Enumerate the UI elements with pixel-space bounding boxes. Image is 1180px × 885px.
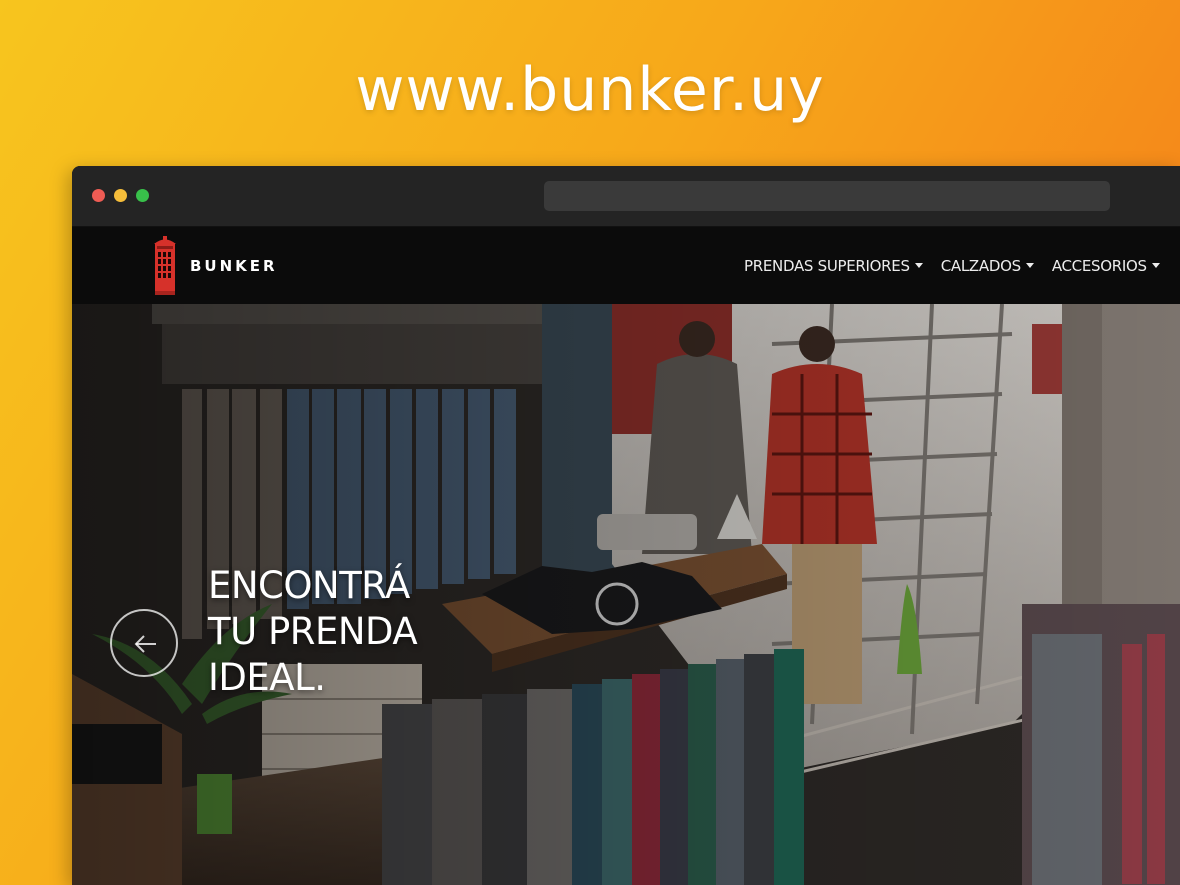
hero-headline-line: TU PRENDA [208, 610, 418, 653]
site-navbar: BUNKER PRENDAS SUPERIORES CALZADOS ACCES… [72, 227, 1180, 304]
window-close-button[interactable] [92, 189, 105, 202]
brand-name: BUNKER [190, 257, 278, 275]
arrow-left-icon [134, 635, 156, 653]
caret-down-icon [914, 263, 923, 268]
hero-headline-line: ENCONTRÁ [208, 564, 410, 607]
window-minimize-button[interactable] [114, 189, 127, 202]
window-maximize-button[interactable] [136, 189, 149, 202]
nav-item-label: ACCESORIOS [1051, 256, 1147, 275]
nav-item-calzados[interactable]: CALZADOS [941, 257, 1034, 275]
nav-item-accesorios[interactable]: ACCESORIOS [1052, 257, 1160, 275]
address-bar[interactable] [544, 181, 1110, 211]
browser-chrome [72, 166, 1180, 227]
site-logo[interactable]: BUNKER [152, 234, 278, 298]
phone-booth-icon [154, 236, 176, 295]
caret-down-icon [1025, 263, 1034, 268]
hero-headline-line: IDEAL. [208, 656, 326, 699]
site-url-title: www.bunker.uy [355, 55, 825, 125]
hero-slider: ENCONTRÁ TU PRENDA IDEAL. [72, 304, 1180, 885]
slider-prev-button[interactable] [110, 609, 178, 677]
browser-window: BUNKER PRENDAS SUPERIORES CALZADOS ACCES… [72, 166, 1180, 885]
nav-item-label: PRENDAS SUPERIORES [744, 256, 910, 275]
nav-item-prendas-superiores[interactable]: PRENDAS SUPERIORES [744, 257, 923, 275]
main-nav: PRENDAS SUPERIORES CALZADOS ACCESORIOS [744, 227, 1178, 304]
nav-item-label: CALZADOS [940, 256, 1021, 275]
caret-down-icon [1151, 263, 1160, 268]
hero-headline: ENCONTRÁ TU PRENDA IDEAL. [208, 563, 418, 701]
